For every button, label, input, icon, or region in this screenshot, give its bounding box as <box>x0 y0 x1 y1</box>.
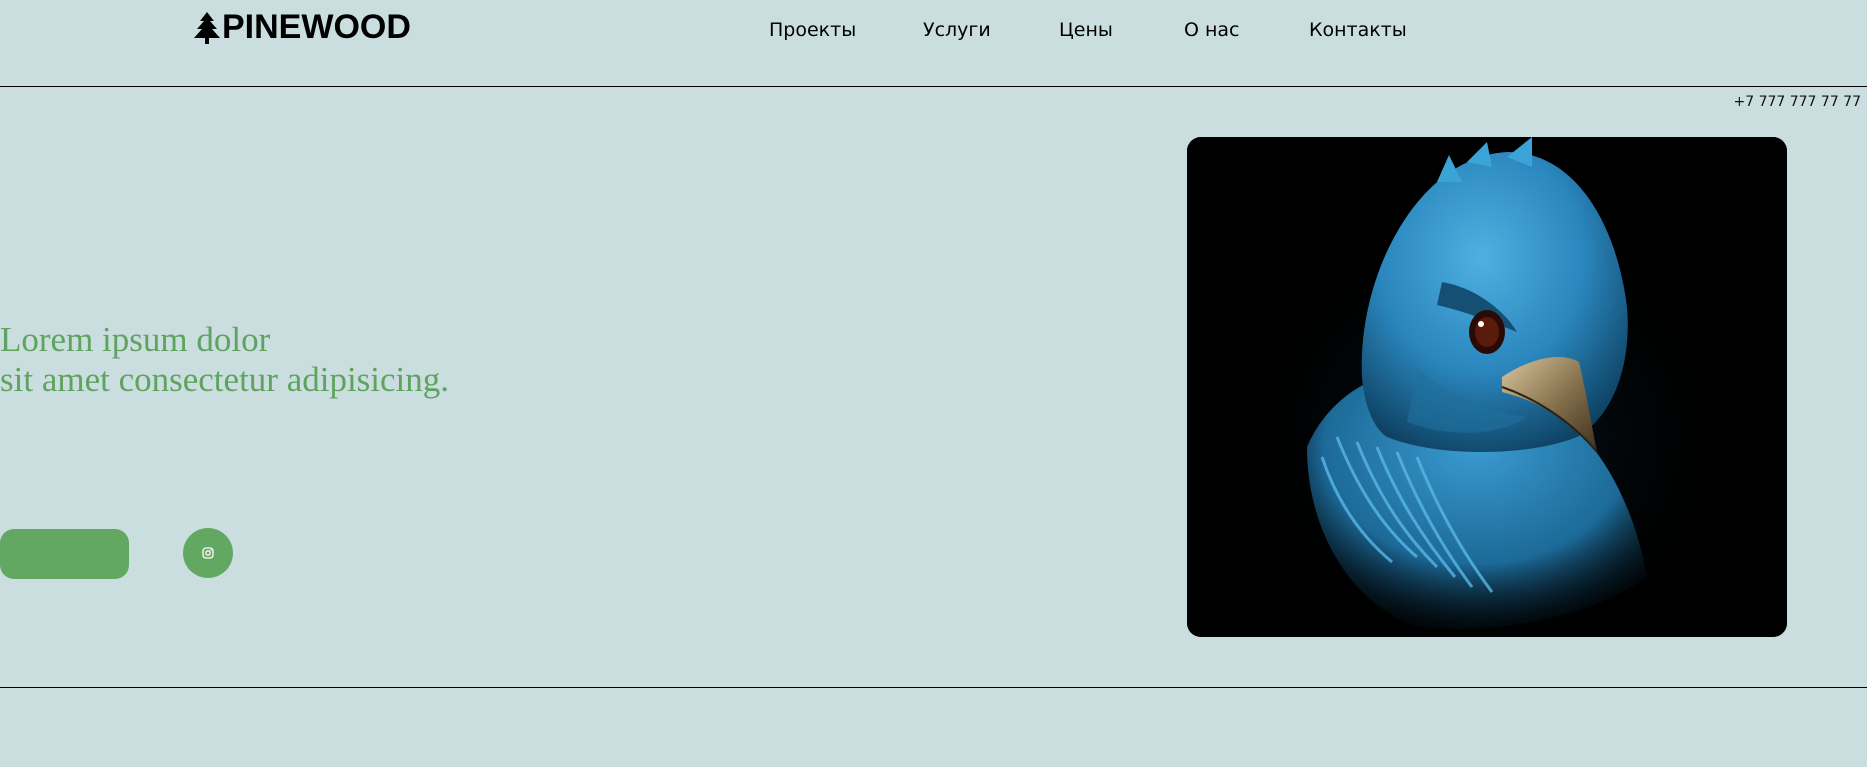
hero-image <box>1187 137 1787 637</box>
blue-bird-illustration <box>1187 137 1787 637</box>
instagram-icon <box>202 547 214 559</box>
hero-title-line-2: sit amet consectetur adipisicing. <box>0 360 450 399</box>
instagram-button[interactable] <box>183 528 233 578</box>
cta-button[interactable] <box>0 529 129 579</box>
hero-title: Lorem ipsum dolor sit amet consectetur a… <box>0 320 449 400</box>
nav-item-about[interactable]: О нас <box>1184 19 1240 41</box>
pine-tree-icon <box>194 11 220 44</box>
brand-name: PINEWOOD <box>222 8 411 46</box>
nav-item-prices[interactable]: Цены <box>1059 19 1113 41</box>
hero-title-line-1: Lorem ipsum dolor <box>0 320 271 359</box>
site-header: PINEWOOD Проекты Услуги Цены О нас Конта… <box>0 0 1867 87</box>
section-divider <box>0 687 1867 688</box>
phone-number: +7 777 777 77 77 <box>1733 94 1861 110</box>
nav-item-projects[interactable]: Проекты <box>769 19 856 41</box>
nav-item-services[interactable]: Услуги <box>923 19 991 41</box>
nav-item-contacts[interactable]: Контакты <box>1309 19 1407 41</box>
logo-link[interactable]: PINEWOOD <box>194 8 411 47</box>
